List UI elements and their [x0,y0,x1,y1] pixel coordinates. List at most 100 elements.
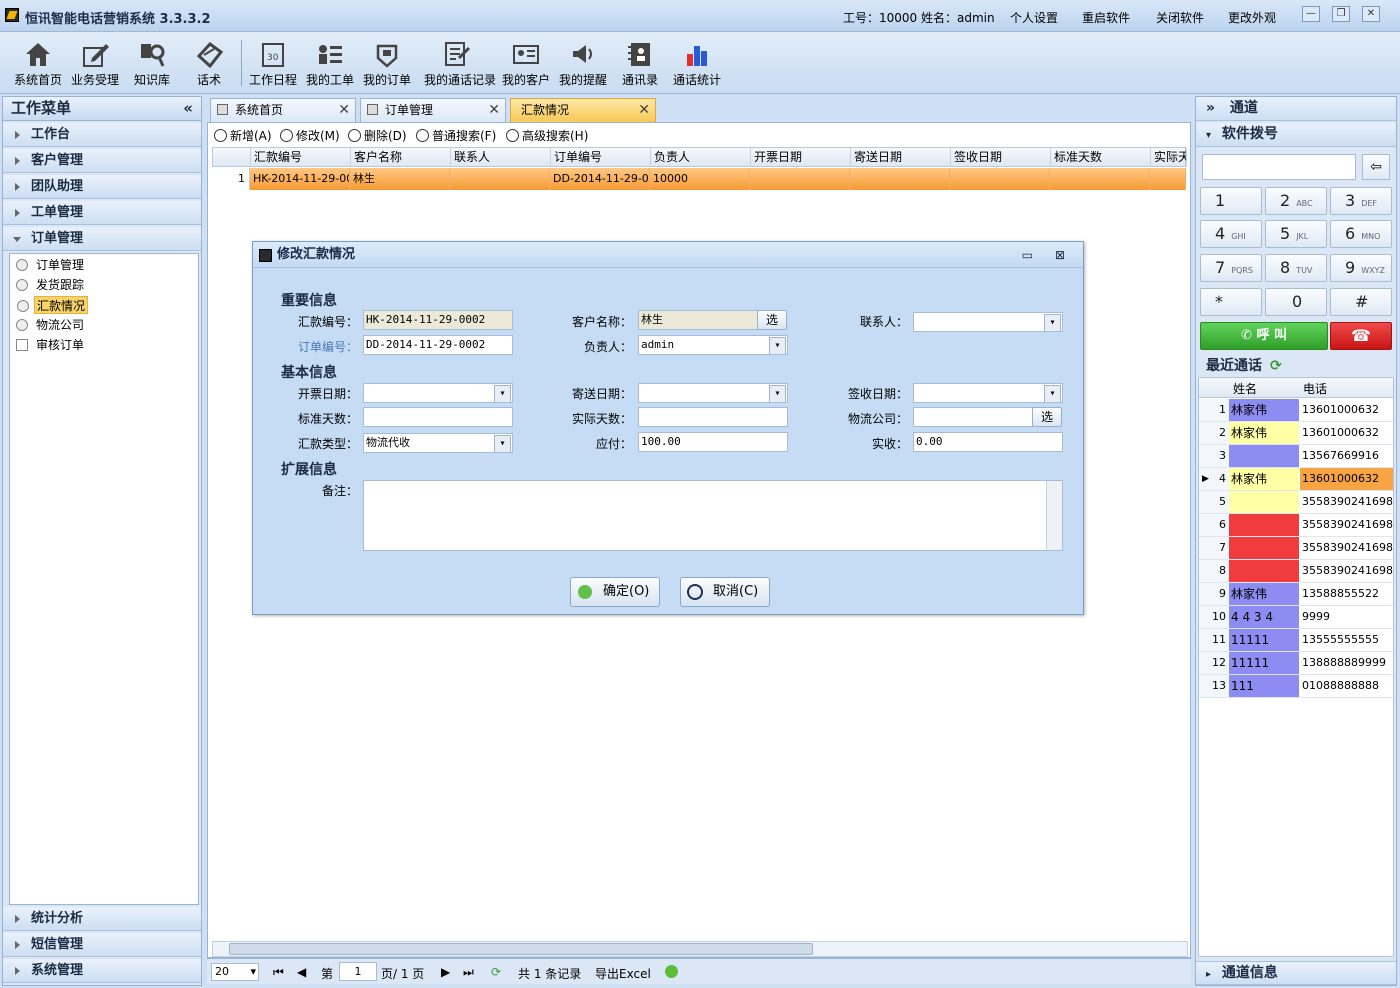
recent-call-row[interactable]: 5 35583902416989( [1199,491,1393,514]
close-icon[interactable]: ✕ [338,99,350,121]
key-hash[interactable]: # [1330,288,1392,316]
hangup-button[interactable]: ☎ [1330,322,1392,350]
key-0[interactable]: 0 [1265,288,1327,316]
channel-header[interactable]: » 通道 [1196,97,1396,121]
key-2[interactable]: 2 ABC [1265,187,1327,215]
sub-item-order-mgmt[interactable]: 订单管理 [16,256,86,274]
menu-section-system[interactable]: 系统管理 [3,959,201,983]
col-header[interactable]: 汇款编号 [251,148,351,167]
recent-call-row[interactable]: 4 ▶ 林家伟 13601000632 [1199,468,1393,491]
scrollbar-thumb[interactable] [229,943,813,955]
col-header[interactable]: 负责人 [651,148,751,167]
sign-date-picker[interactable] [913,383,1063,403]
menu-section-workbench[interactable]: 工作台 [3,123,201,147]
backspace-button[interactable]: ⇦ [1362,154,1390,180]
menu-section-orders[interactable]: 订单管理 [3,227,201,251]
delete-button[interactable]: 删除(D) [348,127,407,144]
call-button[interactable]: ✆ 呼 叫 [1200,322,1328,350]
minimize-button[interactable]: — [1302,6,1320,22]
toolbar-my-orders[interactable]: 我的订单 [357,36,417,90]
collapse-button[interactable]: « [183,97,193,119]
soft-dial-header[interactable]: ▾ 软件拨号 [1196,123,1396,147]
menu-section-customers[interactable]: 客户管理 [3,149,201,173]
key-4[interactable]: 4 GHI [1200,220,1262,248]
recent-call-row[interactable]: 2 林家伟 13601000632 [1199,422,1393,445]
key-5[interactable]: 5 JKL [1265,220,1327,248]
toolbar-reminders[interactable]: 我的提醒 [553,36,613,90]
recent-call-row[interactable]: 11 11111 13555555555 [1199,629,1393,652]
toolbar-home[interactable]: 系统首页 [8,36,68,90]
prev-page-button[interactable]: ◀ [297,965,306,979]
table-row[interactable]: 1 HK-2014-11-29-00( 林生 DD-2014-11-29-00 … [212,168,1186,190]
recent-call-row[interactable]: 9 林家伟 13588855522 [1199,583,1393,606]
page-input[interactable]: 1 [339,962,377,981]
order-no-field[interactable]: DD-2014-11-29-0002 [363,335,513,355]
col-header[interactable]: 订单编号 [551,148,651,167]
key-3[interactable]: 3 DEF [1330,187,1392,215]
simple-search-button[interactable]: 普通搜索(F) [416,127,496,144]
toolbar-knowledge[interactable]: 知识库 [122,36,182,90]
close-button[interactable]: ✕ [1362,6,1380,22]
next-page-button[interactable]: ▶ [441,965,450,979]
recent-call-row[interactable]: 1 林家伟 13601000632 [1199,399,1393,422]
maximize-button[interactable]: ❐ [1332,6,1350,22]
first-page-button[interactable]: ⏮ [273,965,284,980]
hk-no-field[interactable]: HK-2014-11-29-0002 [363,310,513,330]
key-6[interactable]: 6 MNO [1330,220,1392,248]
send-date-picker[interactable] [638,383,788,403]
sub-item-audit[interactable]: 审核订单 [16,336,86,354]
tab-home[interactable]: 系统首页 ✕ [210,98,356,122]
horizontal-scrollbar[interactable] [212,941,1188,957]
contact-select[interactable] [913,312,1063,332]
recent-call-row[interactable]: 6 35583902416989( [1199,514,1393,537]
toolbar-my-worklist[interactable]: 我的工单 [300,36,360,90]
recent-call-row[interactable]: 8 35583902416989( [1199,560,1393,583]
remark-textarea[interactable] [363,480,1063,551]
col-header[interactable]: 寄送日期 [851,148,951,167]
close-app-link[interactable]: 关闭软件 [1156,9,1204,26]
pick-logistics-button[interactable]: 选 [1032,407,1062,427]
recent-call-row[interactable]: 7 35583902416989( [1199,537,1393,560]
toolbar-schedule[interactable]: 30 工作日程 [243,36,303,90]
received-field[interactable]: 0.00 [913,432,1063,452]
restart-link[interactable]: 重启软件 [1082,9,1130,26]
sub-item-shipping[interactable]: 发货跟踪 [16,276,86,294]
menu-section-sms[interactable]: 短信管理 [3,933,201,957]
toolbar-call-stats[interactable]: 通话统计 [667,36,727,90]
pay-type-select[interactable]: 物流代收 [363,433,513,453]
refresh-icon[interactable]: ⟳ [1270,358,1282,374]
dial-input[interactable] [1202,154,1356,180]
toolbar-contacts[interactable]: 通讯录 [610,36,670,90]
sub-item-remittance[interactable]: 汇款情况 [17,296,89,314]
change-skin-link[interactable]: 更改外观 [1228,9,1276,26]
invoice-date-picker[interactable] [363,383,513,403]
menu-section-team[interactable]: 团队助理 [3,175,201,199]
label-order-no[interactable]: 订单编号： [283,338,358,355]
export-excel-button[interactable]: 导出Excel [595,965,651,982]
key-8[interactable]: 8 TUV [1265,254,1327,282]
dialog-close-button[interactable]: ⊠ [1055,242,1065,268]
recent-call-row[interactable]: 12 11111 138888889999 [1199,652,1393,675]
col-header[interactable]: 标准天数 [1051,148,1151,167]
personal-settings-link[interactable]: 个人设置 [1010,9,1058,26]
payable-field[interactable]: 100.00 [638,432,788,452]
std-days-field[interactable] [363,407,513,427]
col-header[interactable]: 签收日期 [951,148,1051,167]
modify-button[interactable]: 修改(M) [280,127,340,144]
col-header[interactable]: 实际天 [1151,148,1187,167]
key-star[interactable]: * [1200,288,1262,316]
toolbar-call-records[interactable]: 我的通话记录 [424,36,496,90]
channel-info-header[interactable]: ▸ 通道信息 [1196,961,1396,985]
cancel-button[interactable]: 取消(C) [680,577,770,607]
ok-button[interactable]: 确定(O) [570,577,660,607]
toolbar-business[interactable]: 业务受理 [65,36,125,90]
last-page-button[interactable]: ⏭ [463,965,474,980]
logistics-field[interactable] [913,407,1033,427]
owner-select[interactable]: admin [638,335,788,355]
col-header[interactable]: 开票日期 [751,148,851,167]
pick-customer-button[interactable]: 选 [757,310,787,330]
key-7[interactable]: 7 PQRS [1200,254,1262,282]
recent-call-row[interactable]: 10 4 4 3 4 9999 [1199,606,1393,629]
menu-section-worklist[interactable]: 工单管理 [3,201,201,225]
col-header[interactable]: 联系人 [451,148,551,167]
